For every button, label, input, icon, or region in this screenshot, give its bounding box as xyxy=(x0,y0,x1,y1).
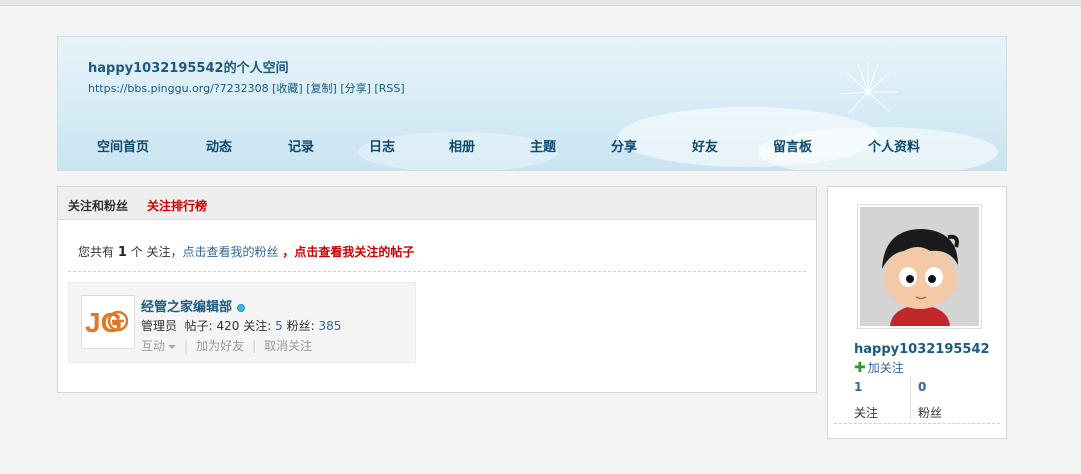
view-followed-posts-link[interactable]: 点击查看我关注的帖子 xyxy=(294,245,414,259)
user-actions: 互动 | 加为好友 | 取消关注 xyxy=(141,337,312,354)
user-avatar[interactable]: JG xyxy=(81,295,135,349)
add-friend-link[interactable]: 加为好友 xyxy=(196,339,244,353)
nav-friends[interactable]: 好友 xyxy=(692,136,718,155)
tab-follow-rank[interactable]: 关注排行榜 xyxy=(147,197,207,214)
rss-link[interactable]: [RSS] xyxy=(374,82,404,95)
following-count: 1 xyxy=(854,380,863,394)
plus-icon: ✚ xyxy=(854,360,866,376)
nav-records[interactable]: 记录 xyxy=(288,136,314,155)
nav-album[interactable]: 相册 xyxy=(449,136,475,155)
unfollow-link[interactable]: 取消关注 xyxy=(264,339,312,353)
space-url: https://bbs.pinggu.org/?7232308 [收藏] [复制… xyxy=(88,80,405,96)
interact-dropdown[interactable]: 互动 xyxy=(141,339,177,353)
chevron-down-icon xyxy=(168,344,177,349)
follow-count: 1 xyxy=(117,245,127,260)
top-bar xyxy=(0,0,1081,6)
follow-count-link[interactable]: 5 xyxy=(275,319,283,333)
dandelion-icon xyxy=(839,62,898,115)
follow-label: 关注: xyxy=(243,319,272,333)
posts-count: 420 xyxy=(216,319,240,333)
separator: | xyxy=(184,339,189,353)
fans-stat[interactable]: 0 粉丝 xyxy=(918,380,978,421)
tab-follow-fans[interactable]: 关注和粉丝 xyxy=(68,197,128,214)
nav-guestbook[interactable]: 留言板 xyxy=(773,136,812,155)
view-fans-link[interactable]: 点击查看我的粉丝 xyxy=(183,245,279,259)
follow-summary: 您共有 1 个 关注，点击查看我的粉丝 ，点击查看我关注的帖子 xyxy=(78,243,414,260)
posts-label: 帖子: xyxy=(184,319,213,333)
following-stat[interactable]: 1 关注 xyxy=(854,380,914,421)
nav-profile[interactable]: 个人资料 xyxy=(868,136,920,155)
summary-comma: ， xyxy=(282,245,295,259)
bookmark-link[interactable]: [收藏] xyxy=(272,82,303,95)
stat-divider xyxy=(910,377,911,419)
add-follow-button[interactable]: ✚ 加关注 xyxy=(854,359,904,376)
user-role: 管理员 xyxy=(141,319,178,333)
nav-share[interactable]: 分享 xyxy=(611,136,637,155)
profile-avatar[interactable] xyxy=(857,204,982,329)
space-title[interactable]: happy1032195542的个人空间 xyxy=(88,57,289,76)
nav-feed[interactable]: 动态 xyxy=(206,136,232,155)
jg-logo-icon: JG xyxy=(85,307,129,338)
space-header: happy1032195542的个人空间 https://bbs.pinggu.… xyxy=(57,36,1007,171)
online-status-icon xyxy=(237,303,246,312)
profile-username[interactable]: happy1032195542 xyxy=(854,342,990,357)
nav-blog[interactable]: 日志 xyxy=(369,136,395,155)
add-follow-label: 加关注 xyxy=(867,361,904,375)
url-text[interactable]: https://bbs.pinggu.org/?7232308 xyxy=(88,82,269,95)
divider xyxy=(68,271,806,272)
panel-tabs: 关注和粉丝 关注排行榜 xyxy=(58,187,816,220)
fans-label: 粉丝 xyxy=(918,406,943,420)
followed-user-card: JG 经管之家编辑部 管理员 帖子: 420 关注: 5 粉丝: 385 互动 |… xyxy=(68,282,416,363)
fans-count-link[interactable]: 385 xyxy=(318,319,341,333)
summary-prefix: 您共有 xyxy=(78,245,115,259)
user-stats: 管理员 帖子: 420 关注: 5 粉丝: 385 xyxy=(141,317,341,334)
copy-link[interactable]: [复制] xyxy=(306,82,337,95)
following-label: 关注 xyxy=(854,406,879,420)
divider xyxy=(834,423,1000,424)
follow-panel: 关注和粉丝 关注排行榜 您共有 1 个 关注，点击查看我的粉丝 ，点击查看我关注… xyxy=(57,186,817,393)
followed-user-name: 经管之家编辑部 xyxy=(141,296,246,315)
avatar-image xyxy=(860,207,979,326)
summary-suffix: 个 关注， xyxy=(130,245,183,259)
space-nav: 空间首页 动态 记录 日志 相册 主题 分享 好友 留言板 个人资料 xyxy=(58,136,1006,156)
fans-label: 粉丝: xyxy=(286,319,315,333)
profile-sidebar: happy1032195542 ✚ 加关注 1 关注 0 粉丝 xyxy=(827,186,1007,439)
nav-topics[interactable]: 主题 xyxy=(530,136,556,155)
fans-count: 0 xyxy=(918,380,927,394)
separator: | xyxy=(252,339,257,353)
user-name-link[interactable]: 经管之家编辑部 xyxy=(141,300,232,315)
interact-label: 互动 xyxy=(141,339,166,353)
nav-home[interactable]: 空间首页 xyxy=(97,136,149,155)
share-link[interactable]: [分享] xyxy=(340,82,371,95)
cartoon-avatar-icon xyxy=(860,207,979,326)
